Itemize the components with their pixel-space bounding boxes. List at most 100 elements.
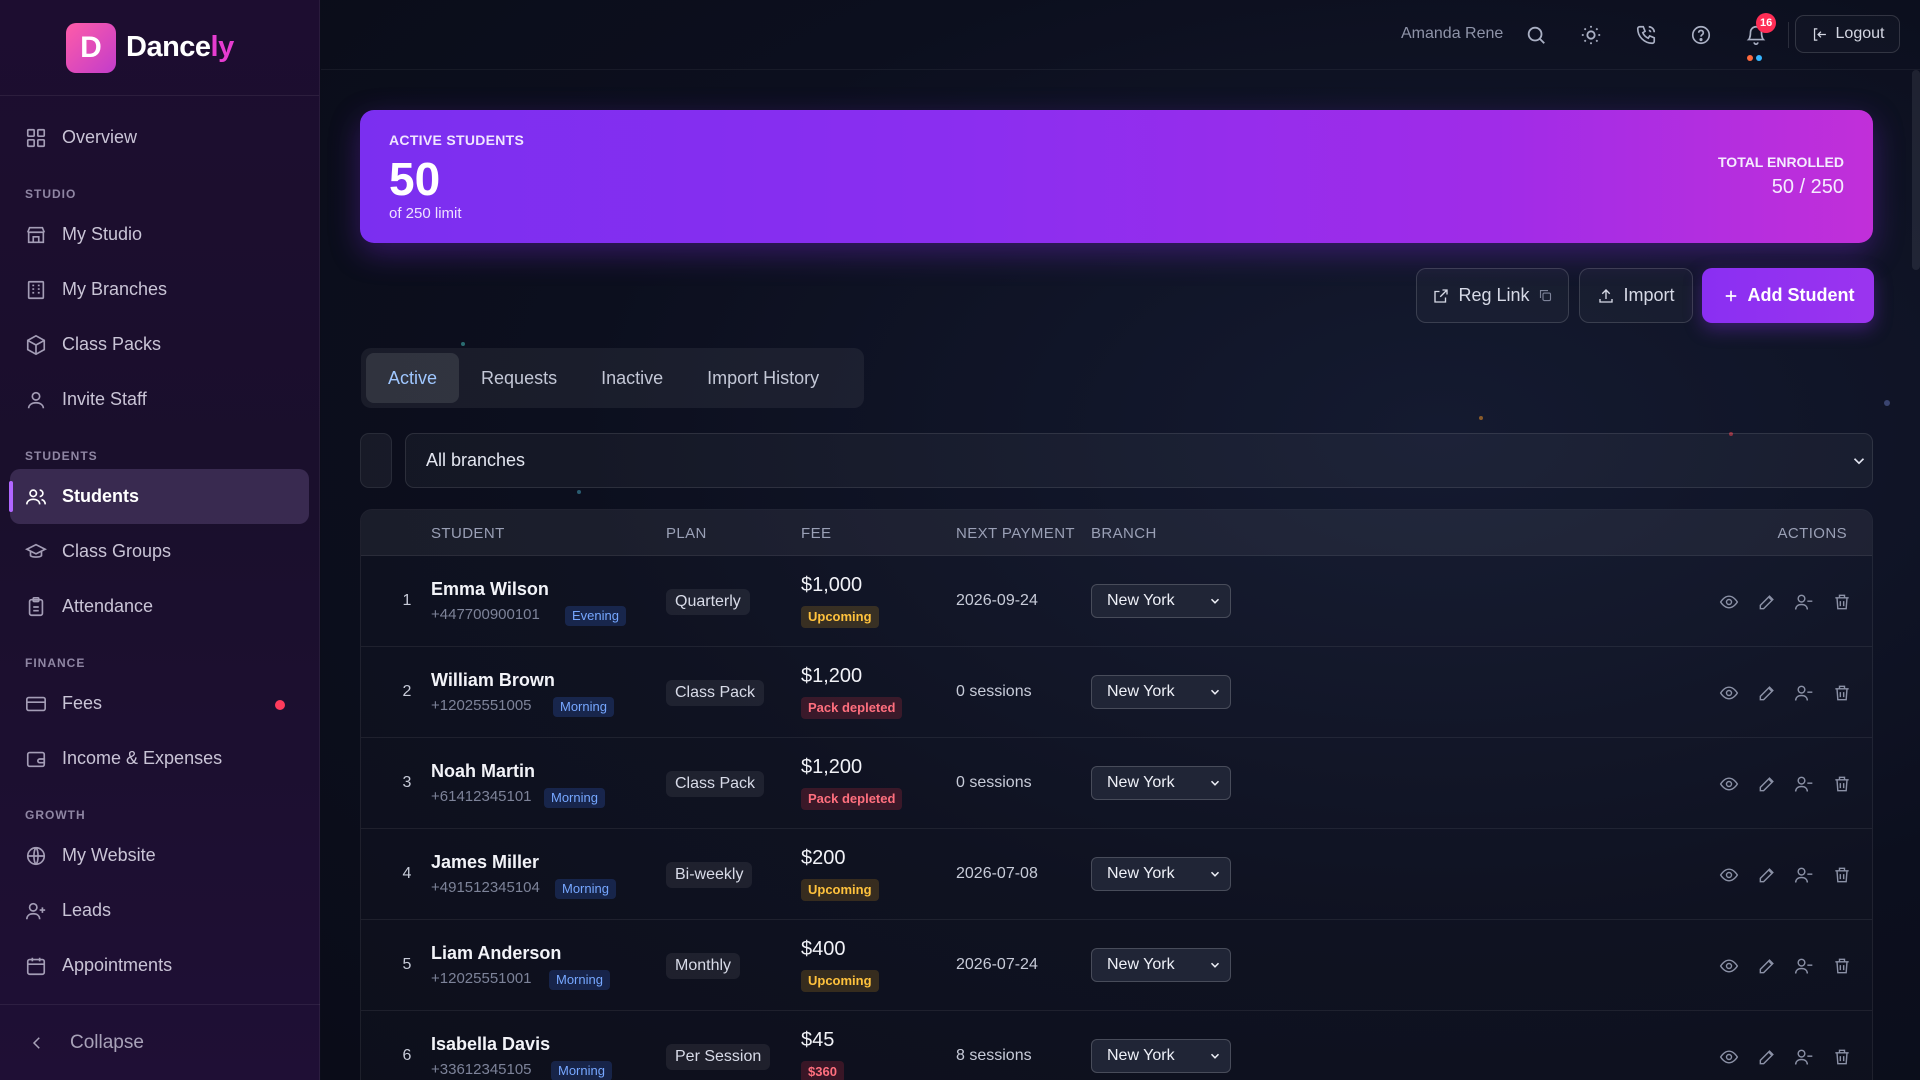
sidebar-item-leads[interactable]: Leads	[0, 883, 309, 938]
tab-active[interactable]: Active	[366, 353, 460, 403]
edit-icon[interactable]	[1757, 956, 1777, 976]
sidebar-item-label: Leads	[62, 900, 112, 920]
logout-icon	[1813, 27, 1826, 41]
header-next-payment: NEXT PAYMENT	[956, 525, 1075, 542]
reg-link-label: Reg Link	[1458, 285, 1530, 305]
user-minus-icon[interactable]	[1794, 774, 1814, 794]
sidebar-item-label: My Studio	[62, 224, 143, 244]
student-tabs: Active Requests Inactive Import History	[361, 348, 864, 408]
table-row[interactable]: 4 James Miller +491512345104 Morning Bi-week…	[361, 829, 1872, 920]
branch-select[interactable]: New York	[1091, 857, 1231, 891]
plan-badge: Monthly	[666, 953, 741, 979]
logout-button[interactable]: Logout	[1795, 15, 1900, 53]
branch-select[interactable]: New York	[1091, 948, 1231, 982]
sidebar-item-my-studio[interactable]: My Studio	[0, 207, 309, 262]
row-number: 6	[402, 1047, 412, 1064]
graduation-cap-icon	[25, 543, 47, 558]
trash-icon[interactable]	[1832, 683, 1852, 703]
user-minus-icon[interactable]	[1794, 683, 1814, 703]
branch-select[interactable]: New York	[1091, 584, 1231, 618]
trash-icon[interactable]	[1832, 774, 1852, 794]
time-slot-badge: Morning	[544, 788, 605, 808]
tab-inactive[interactable]: Inactive	[579, 353, 685, 403]
total-enrolled-label: TOTAL ENROLLED	[1718, 154, 1844, 170]
page-scrollbar[interactable]	[1912, 70, 1920, 270]
tab-import-history[interactable]: Import History	[685, 353, 841, 403]
branch-select[interactable]: New York	[1091, 1039, 1231, 1073]
tab-requests[interactable]: Requests	[459, 353, 579, 403]
collapse-button[interactable]: Collapse	[0, 1004, 320, 1080]
student-name[interactable]: Noah Martin	[431, 761, 535, 782]
fee-amount: $1,200	[801, 665, 863, 687]
edit-icon[interactable]	[1757, 592, 1777, 612]
table-row[interactable]: 5 Liam Anderson +12025551001 Morning Monthly…	[361, 920, 1872, 1011]
user-minus-icon[interactable]	[1794, 956, 1814, 976]
sidebar-item-fees[interactable]: Fees	[0, 676, 309, 731]
sidebar-item-overview[interactable]: Overview	[0, 110, 309, 165]
copy-icon[interactable]	[1538, 288, 1553, 303]
trash-icon[interactable]	[1832, 592, 1852, 612]
branch-select[interactable]: New York	[1091, 766, 1231, 800]
fee-amount: $45	[801, 1029, 835, 1051]
user-minus-icon[interactable]	[1794, 1047, 1814, 1067]
next-payment: 2026-07-08	[956, 865, 1038, 882]
edit-icon[interactable]	[1757, 1047, 1777, 1067]
sidebar-item-class-groups[interactable]: Class Groups	[0, 524, 309, 579]
table-row[interactable]: 2 William Brown +12025551005 Morning Class P…	[361, 647, 1872, 738]
user-minus-icon[interactable]	[1794, 592, 1814, 612]
table-row[interactable]: 1 Emma Wilson +447700900101 Evening Quarterl…	[361, 556, 1872, 647]
brand-logo: D	[66, 22, 116, 73]
view-icon[interactable]	[1719, 1047, 1739, 1067]
trash-icon[interactable]	[1832, 956, 1852, 976]
view-icon[interactable]	[1719, 774, 1739, 794]
sidebar-item-invite-staff[interactable]: Invite Staff	[0, 372, 309, 427]
view-icon[interactable]	[1719, 592, 1739, 612]
edit-icon[interactable]	[1757, 774, 1777, 794]
student-name[interactable]: William Brown	[431, 670, 555, 691]
user-minus-icon[interactable]	[1794, 865, 1814, 885]
view-icon[interactable]	[1719, 683, 1739, 703]
student-name[interactable]: James Miller	[431, 852, 539, 873]
add-student-button[interactable]: Add Student	[1702, 268, 1874, 323]
chevron-down-icon	[1210, 780, 1220, 786]
header-fee: FEE	[801, 525, 832, 542]
branch-filter-select[interactable]: All branches	[405, 433, 1873, 488]
sidebar-item-my-website[interactable]: My Website	[0, 828, 309, 883]
search-icon[interactable]	[1525, 24, 1547, 46]
sun-icon[interactable]	[1580, 24, 1602, 46]
brand[interactable]: D Dancely	[0, 0, 319, 96]
view-icon[interactable]	[1719, 956, 1739, 976]
student-name[interactable]: Isabella Davis	[431, 1034, 550, 1055]
students-table: STUDENT PLAN FEE NEXT PAYMENT BRANCH ACT…	[360, 509, 1873, 1080]
fees-alert-dot	[275, 700, 285, 710]
plan-badge: Class Pack	[666, 680, 765, 706]
sidebar-item-appointments[interactable]: Appointments	[0, 938, 309, 993]
filter-toggle[interactable]	[360, 433, 392, 488]
trash-icon[interactable]	[1832, 1047, 1852, 1067]
help-circle-icon[interactable]	[1690, 24, 1712, 46]
sidebar-item-class-packs[interactable]: Class Packs	[0, 317, 309, 372]
table-row[interactable]: 6 Isabella Davis +33612345105 Morning Per Se…	[361, 1011, 1872, 1080]
student-name[interactable]: Emma Wilson	[431, 579, 549, 600]
notification-badge: 16	[1756, 13, 1777, 33]
table-row[interactable]: 3 Noah Martin +61412345101 Morning Class Pac…	[361, 738, 1872, 829]
reg-link-button[interactable]: Reg Link	[1416, 268, 1569, 323]
user-name: Amanda Rene	[1401, 25, 1504, 42]
calendar-icon	[26, 957, 46, 975]
time-slot-badge: Evening	[565, 606, 626, 626]
next-payment: 2026-09-24	[956, 592, 1038, 609]
sidebar-item-label: Invite Staff	[62, 389, 147, 409]
sidebar-item-attendance[interactable]: Attendance	[0, 579, 309, 634]
trash-icon[interactable]	[1832, 865, 1852, 885]
sidebar-item-income-expenses[interactable]: Income & Expenses	[0, 731, 309, 786]
student-name[interactable]: Liam Anderson	[431, 943, 561, 964]
phone-icon[interactable]	[1635, 24, 1657, 46]
sidebar-item-students[interactable]: Students	[9, 469, 309, 524]
branch-select[interactable]: New York	[1091, 675, 1231, 709]
sidebar-item-my-branches[interactable]: My Branches	[0, 262, 309, 317]
view-icon[interactable]	[1719, 865, 1739, 885]
edit-icon[interactable]	[1757, 865, 1777, 885]
sidebar-item-label: Attendance	[62, 596, 154, 616]
edit-icon[interactable]	[1757, 683, 1777, 703]
import-button[interactable]: Import	[1579, 268, 1693, 323]
